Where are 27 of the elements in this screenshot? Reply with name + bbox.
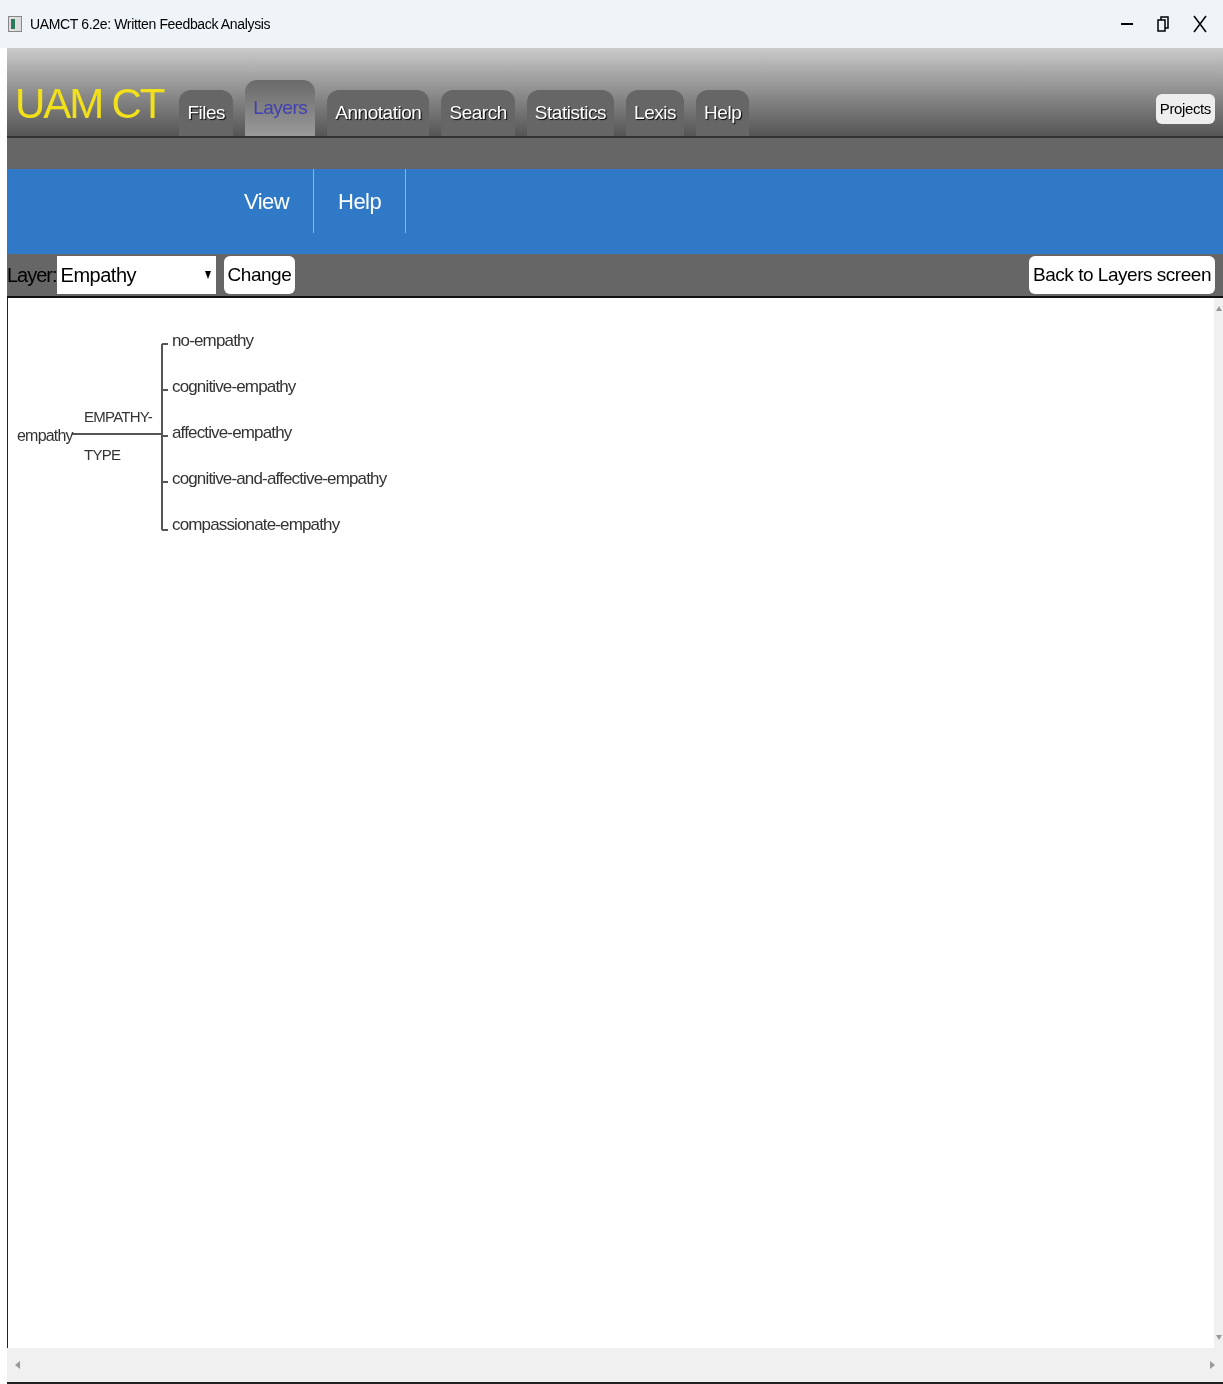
- tree-root: empathy: [17, 426, 73, 446]
- menu-tab[interactable]: Statistics: [526, 90, 615, 136]
- menu-tab[interactable]: Files: [179, 90, 234, 136]
- restore-icon[interactable]: [1157, 16, 1169, 32]
- menu-tab[interactable]: Help: [696, 90, 750, 136]
- system-label: EMPATHY- TYPE: [84, 407, 152, 465]
- menu-tab[interactable]: Search: [441, 90, 515, 136]
- change-button[interactable]: Change: [223, 256, 296, 294]
- submenu-item[interactable]: View: [220, 169, 315, 233]
- feature-label: cognitive-and-affective-empathy: [172, 468, 387, 490]
- minimize-icon[interactable]: [1121, 22, 1133, 26]
- menu-tab[interactable]: Annotation: [327, 90, 430, 136]
- app-logo: UAM CT: [15, 83, 164, 125]
- close-icon[interactable]: [1193, 15, 1207, 33]
- layer-label: Layer:: [7, 263, 57, 288]
- projects-button[interactable]: Projects: [1155, 93, 1215, 124]
- app-icon: [8, 16, 22, 32]
- feature-label: no-empathy: [172, 330, 254, 352]
- window-title: UAMCT 6.2e: Written Feedback Analysis: [30, 14, 271, 34]
- feature-label: affective-empathy: [172, 422, 292, 444]
- feature-label: cognitive-empathy: [172, 376, 296, 398]
- feature-label: compassionate-empathy: [172, 514, 340, 536]
- layer-select[interactable]: Empathy: [56, 256, 216, 294]
- submenu-item[interactable]: Help: [314, 169, 407, 233]
- dropdown-arrow-icon[interactable]: [203, 270, 212, 280]
- back-button[interactable]: Back to Layers screen: [1029, 256, 1215, 294]
- menu-tab[interactable]: Lexis: [626, 90, 685, 136]
